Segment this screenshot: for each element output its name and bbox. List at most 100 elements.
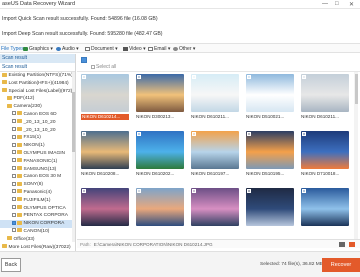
tree-item-checkbox[interactable] (12, 189, 16, 194)
tree-item[interactable]: Camera(230) (0, 103, 75, 111)
tree-item-checkbox[interactable] (12, 142, 16, 147)
select-all-box[interactable] (91, 64, 95, 69)
tree-scrollbar-thumb[interactable] (72, 92, 75, 152)
thumbnail-tile[interactable] (246, 188, 294, 239)
photo-thumbnail[interactable] (136, 74, 184, 112)
tree-item[interactable]: Special Lost Files(Label)(972) (0, 88, 75, 96)
thumbnail-checkbox[interactable] (192, 132, 196, 136)
tree-item[interactable]: _20_13_10_20 (0, 127, 75, 135)
photo-thumbnail[interactable] (301, 188, 349, 226)
tree-item-checkbox[interactable] (12, 181, 16, 186)
filter-graphics[interactable]: Graphics ▾ (23, 46, 53, 52)
filter-email[interactable]: Email ▾ (148, 46, 170, 52)
photo-thumbnail[interactable] (191, 74, 239, 112)
tree-item-checkbox[interactable] (12, 111, 16, 116)
thumbnail-checkbox[interactable] (82, 132, 86, 136)
tree-item-checkbox[interactable] (12, 197, 16, 202)
photo-thumbnail[interactable] (246, 74, 294, 112)
thumbnail-tile[interactable] (191, 188, 239, 239)
tree-item[interactable]: OLYMPUS OPTICA (0, 205, 75, 213)
filter-other[interactable]: Other ▾ (173, 46, 195, 52)
maximize-button[interactable]: □ (335, 1, 339, 7)
thumbnail-tile[interactable] (81, 188, 129, 239)
tree-item-checkbox[interactable] (12, 119, 16, 124)
thumbnail-checkbox[interactable] (192, 189, 196, 193)
grid-view-icon[interactable] (339, 242, 345, 247)
tree-item[interactable]: Canon EOS 6D (0, 111, 75, 119)
tree-item-checkbox[interactable] (12, 212, 16, 217)
thumbnail-tile[interactable] (136, 188, 184, 239)
thumbnail-checkbox[interactable] (137, 189, 141, 193)
photo-thumbnail[interactable] (301, 74, 349, 112)
tree-item[interactable]: SONY(8) (0, 181, 75, 189)
tree-item[interactable]: PANASONIC(1) (0, 158, 75, 166)
thumbnail-checkbox[interactable] (247, 132, 251, 136)
tree-item[interactable]: FX15(1) (0, 134, 75, 142)
photo-thumbnail[interactable] (136, 188, 184, 226)
thumbnail-tile[interactable]: NIKON D300213... (136, 74, 184, 125)
detail-view-icon[interactable] (349, 242, 355, 247)
tree-item[interactable]: Canon EOS 30 M (0, 173, 75, 181)
minimize-button[interactable]: — (322, 1, 328, 7)
photo-thumbnail[interactable] (136, 131, 184, 169)
thumbnail-checkbox[interactable] (302, 75, 306, 79)
tree-item[interactable]: Office(33) (0, 236, 75, 244)
thumbnail-tile[interactable]: NIKON D610197... (191, 131, 239, 182)
photo-thumbnail[interactable] (246, 188, 294, 226)
tree-item-checkbox[interactable] (12, 173, 16, 178)
tree-scrollbar[interactable] (72, 72, 75, 242)
thumbnail-tile[interactable]: NIKON D610214... (81, 74, 129, 125)
tree-item[interactable]: Lost Partition(HFS+)(41984) (0, 80, 75, 88)
tree-item-checkbox[interactable] (12, 166, 16, 171)
thumbnail-checkbox[interactable] (192, 75, 196, 79)
filter-audio[interactable]: Audio ▾ (56, 46, 79, 52)
tree-item-checkbox[interactable] (12, 205, 16, 210)
thumbnail-checkbox[interactable] (137, 132, 141, 136)
tree-item-checkbox[interactable] (12, 158, 16, 163)
tree-item-checkbox[interactable] (12, 127, 16, 132)
grid-scrollbar-thumb[interactable] (354, 74, 358, 104)
select-all-checkbox[interactable]: Select all (91, 64, 116, 70)
thumbnail-checkbox[interactable] (82, 75, 86, 79)
tree-item[interactable]: PENTAX CORPORA (0, 212, 75, 220)
thumbnail-checkbox[interactable] (82, 189, 86, 193)
tree-item[interactable]: More Lost Files(Raw)(37022) (0, 244, 75, 251)
thumbnail-view-button[interactable] (81, 57, 87, 63)
photo-thumbnail[interactable] (81, 74, 129, 112)
tree-item[interactable]: _20_13_10_20 (0, 119, 75, 127)
recover-button[interactable]: Recover (322, 258, 360, 272)
filter-document[interactable]: Document ▾ (85, 46, 118, 52)
thumbnail-tile[interactable]: NIKON D610208... (81, 131, 129, 182)
back-button[interactable]: Back (1, 258, 21, 272)
tree-item[interactable]: FUJIFILM(1) (0, 197, 75, 205)
tree-item-checkbox[interactable] (12, 228, 16, 233)
thumbnail-tile[interactable] (301, 188, 349, 239)
tree-item[interactable]: PDF(412) (0, 95, 75, 103)
thumbnail-checkbox[interactable] (247, 189, 251, 193)
photo-thumbnail[interactable] (81, 188, 129, 226)
file-types-label[interactable]: File Types (1, 46, 24, 52)
tree-item[interactable]: OLYMPUS IMAGIN (0, 150, 75, 158)
tree-item-checkbox[interactable] (12, 134, 16, 139)
thumbnail-tile[interactable]: NIKON D610202... (136, 131, 184, 182)
tree-item[interactable]: SAMSUNG(13) (0, 166, 75, 174)
photo-thumbnail[interactable] (301, 131, 349, 169)
close-button[interactable]: ✕ (349, 1, 354, 8)
tree-item[interactable]: CANON(10) (0, 228, 75, 236)
thumbnail-checkbox[interactable] (247, 75, 251, 79)
tree-item-checkbox[interactable] (12, 220, 16, 225)
thumbnail-checkbox[interactable] (137, 75, 141, 79)
thumbnail-tile[interactable]: NIKON D710018... (301, 131, 349, 182)
tree-item[interactable]: NIKON CORPORA (0, 220, 75, 228)
filter-video[interactable]: Video ▾ (123, 46, 146, 52)
photo-thumbnail[interactable] (191, 131, 239, 169)
tree-item[interactable]: Panasonic(4) (0, 189, 75, 197)
thumbnail-checkbox[interactable] (302, 132, 306, 136)
grid-scrollbar[interactable] (354, 72, 358, 242)
tree-item[interactable]: Existing Partition(NTFS)(71%) (0, 72, 75, 80)
photo-thumbnail[interactable] (191, 188, 239, 226)
thumbnail-tile[interactable]: NIKON D610211... (191, 74, 239, 125)
thumbnail-tile[interactable]: NIKON D510195... (246, 131, 294, 182)
tree-item[interactable]: NIKON(1) (0, 142, 75, 150)
thumbnail-checkbox[interactable] (302, 189, 306, 193)
